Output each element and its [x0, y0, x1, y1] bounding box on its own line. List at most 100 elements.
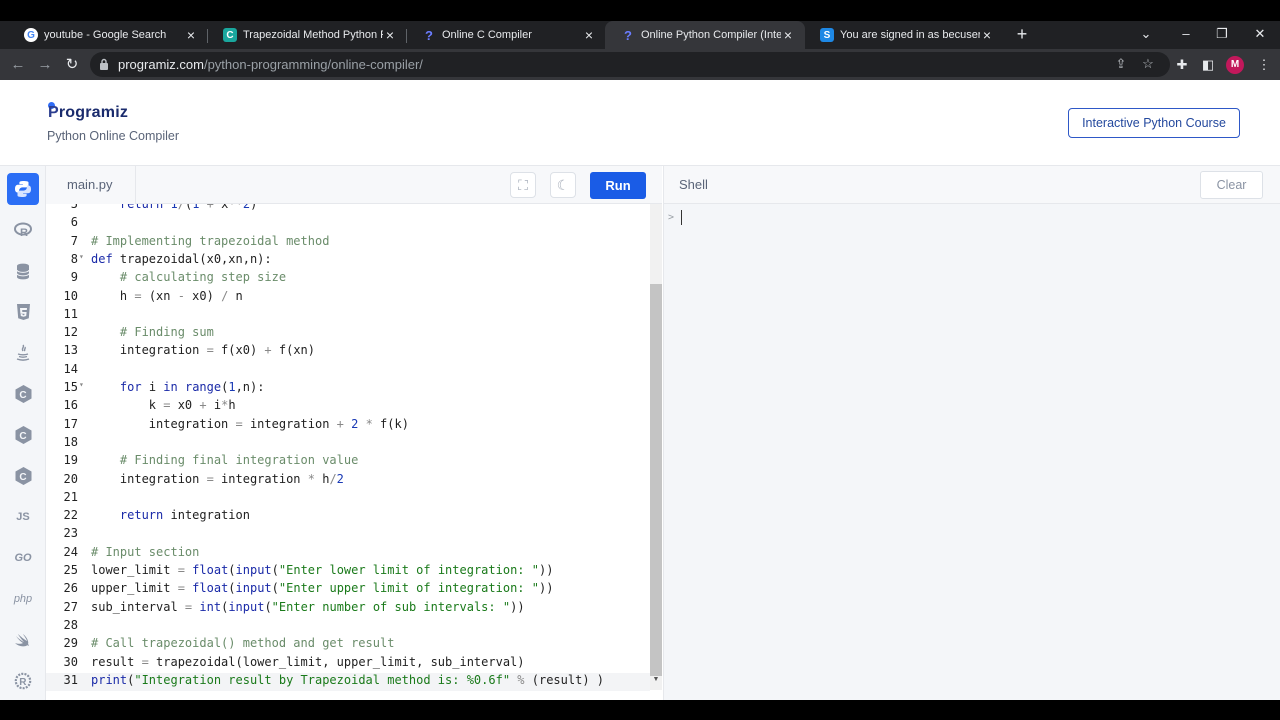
- code-line[interactable]: 25 lower_limit = float(input("Enter lower…: [46, 563, 650, 581]
- bookmark-star-icon[interactable]: ☆: [1139, 55, 1157, 73]
- fold-arrow-icon[interactable]: ▾: [79, 252, 87, 261]
- cpp-icon[interactable]: C: [7, 419, 39, 451]
- line-number: 17: [63, 416, 78, 431]
- code-line[interactable]: 19 # Finding final integration value: [46, 453, 650, 471]
- shell-output[interactable]: >: [663, 204, 1280, 700]
- code-text: integration = integration + 2 * f(k): [91, 416, 409, 431]
- java-icon[interactable]: [7, 337, 39, 369]
- maximize-icon[interactable]: ❐: [1202, 21, 1242, 49]
- extensions-icon[interactable]: ✚: [1172, 55, 1192, 75]
- line-number: 11: [63, 306, 78, 321]
- run-button[interactable]: Run: [590, 172, 646, 199]
- text-cursor: [681, 210, 682, 225]
- code-line[interactable]: 9 # calculating step size: [46, 270, 650, 288]
- html5-icon[interactable]: [7, 296, 39, 328]
- programiz-logo[interactable]: Programiz: [48, 104, 128, 122]
- code-editor[interactable]: 5 return 1/(1 + x**2) 6 7 # Implementing tr…: [46, 204, 662, 700]
- code-line[interactable]: 6: [46, 215, 650, 233]
- code-line[interactable]: 15 ▾ for i in range(1,n):: [46, 380, 650, 398]
- line-number: 26: [63, 581, 78, 596]
- line-number: 20: [63, 471, 78, 486]
- swift-icon[interactable]: [7, 624, 39, 656]
- c-language-icon[interactable]: C: [7, 378, 39, 410]
- browser-tab-python-compiler[interactable]: ? Online Python Compiler (Interpre ×: [605, 21, 805, 49]
- browser-tab-bar: G youtube - Google Search × C Trapezoida…: [0, 21, 1280, 49]
- close-tab-icon[interactable]: ×: [383, 27, 397, 43]
- code-line[interactable]: 13 integration = f(x0) + f(xn): [46, 343, 650, 361]
- code-line[interactable]: 27 sub_interval = int(input("Enter number…: [46, 600, 650, 618]
- close-tab-icon[interactable]: ×: [980, 27, 994, 43]
- svg-text:C: C: [19, 431, 26, 442]
- new-tab-icon[interactable]: +: [1012, 24, 1032, 44]
- code-line[interactable]: 21: [46, 490, 650, 508]
- code-line[interactable]: 10 h = (xn - x0) / n: [46, 289, 650, 307]
- code-line[interactable]: 11: [46, 307, 650, 325]
- php-icon[interactable]: php: [7, 583, 39, 615]
- r-language-icon[interactable]: R: [7, 214, 39, 246]
- code-text: result = trapezoidal(lower_limit, upper_…: [91, 654, 525, 669]
- code-line[interactable]: 28: [46, 618, 650, 636]
- reload-icon[interactable]: ↻: [62, 55, 82, 75]
- code-line[interactable]: 24 # Input section: [46, 545, 650, 563]
- line-number: 31: [63, 672, 78, 687]
- code-text: for i in range(1,n):: [119, 380, 265, 394]
- file-tab-main-py[interactable]: main.py: [46, 166, 136, 204]
- code-line[interactable]: 26 upper_limit = float(input("Enter upper…: [46, 581, 650, 599]
- browser-tab-c-compiler[interactable]: ? Online C Compiler ×: [406, 21, 606, 49]
- code-line[interactable]: 8 ▾ def trapezoidal(x0,xn,n):: [46, 252, 650, 270]
- browser-tab-google[interactable]: G youtube - Google Search ×: [8, 21, 208, 49]
- forward-icon[interactable]: →: [35, 55, 55, 75]
- fullscreen-icon[interactable]: ⛶: [510, 172, 536, 198]
- logo-first-letter: P: [48, 104, 59, 121]
- code-line[interactable]: 7 # Implementing trapezoidal method: [46, 234, 650, 252]
- menu-kebab-icon[interactable]: ⋮: [1254, 55, 1274, 75]
- minimize-icon[interactable]: –: [1166, 21, 1206, 49]
- profile-avatar[interactable]: M: [1226, 56, 1244, 74]
- language-sidebar: R C C C JS GO php R: [0, 166, 46, 700]
- tab-search-icon[interactable]: ⌄: [1126, 21, 1166, 49]
- scroll-down-arrow-icon[interactable]: ▼: [650, 676, 662, 686]
- close-tab-icon[interactable]: ×: [781, 27, 795, 43]
- share-icon[interactable]: ⇪: [1112, 55, 1130, 73]
- close-tab-icon[interactable]: ×: [184, 27, 198, 43]
- code-line[interactable]: 5 return 1/(1 + x**2): [46, 204, 650, 215]
- interactive-course-button[interactable]: Interactive Python Course: [1068, 108, 1240, 138]
- code-line[interactable]: 20 integration = integration * h/2: [46, 472, 650, 490]
- fold-arrow-icon[interactable]: ▾: [79, 380, 87, 389]
- code-line[interactable]: 29 # Call trapezoidal() method and get re…: [46, 636, 650, 654]
- window-close-icon[interactable]: ✕: [1240, 21, 1280, 49]
- screen: G youtube - Google Search × C Trapezoida…: [0, 0, 1280, 720]
- code-line[interactable]: 22 return integration: [46, 508, 650, 526]
- code-line[interactable]: 14: [46, 362, 650, 380]
- code-line[interactable]: 17 integration = integration + 2 * f(k): [46, 417, 650, 435]
- dark-mode-moon-icon[interactable]: ☾: [550, 172, 576, 198]
- close-tab-icon[interactable]: ×: [582, 27, 596, 43]
- address-bar[interactable]: programiz.com/python-programming/online-…: [90, 52, 1170, 77]
- code-text: # Input section: [91, 544, 200, 559]
- rust-icon[interactable]: R: [7, 665, 39, 697]
- back-icon[interactable]: ←: [8, 55, 28, 75]
- go-icon[interactable]: GO: [7, 542, 39, 574]
- code-line[interactable]: 16 k = x0 + i*h: [46, 398, 650, 416]
- python-icon[interactable]: [7, 173, 39, 205]
- tab-title: youtube - Google Search: [44, 29, 167, 41]
- google-icon: G: [24, 28, 38, 42]
- clear-button[interactable]: Clear: [1200, 171, 1263, 199]
- code-text: integration = integration * h/2: [91, 471, 344, 486]
- shell-header: Shell Clear: [663, 166, 1280, 204]
- code-line[interactable]: 18: [46, 435, 650, 453]
- editor-scrollbar-thumb[interactable]: [650, 284, 662, 676]
- tab-title: Trapezoidal Method Python Prog: [243, 29, 383, 41]
- code-line[interactable]: 23: [46, 526, 650, 544]
- code-line[interactable]: 12 # Finding sum: [46, 325, 650, 343]
- browser-tab-signed-in[interactable]: S You are signed in as becuser ×: [804, 21, 1004, 49]
- browser-tab-trapezoidal[interactable]: C Trapezoidal Method Python Prog ×: [207, 21, 407, 49]
- line-number: 27: [63, 599, 78, 614]
- csharp-icon[interactable]: C: [7, 460, 39, 492]
- code-line[interactable]: 30 result = trapezoidal(lower_limit, uppe…: [46, 655, 650, 673]
- javascript-icon[interactable]: JS: [7, 501, 39, 533]
- side-panel-icon[interactable]: ◧: [1198, 55, 1218, 75]
- code-text: upper_limit = float(input("Enter upper l…: [91, 581, 554, 596]
- database-icon[interactable]: [7, 255, 39, 287]
- code-line[interactable]: 31 print("Integration result by Trapezoid…: [46, 672, 650, 692]
